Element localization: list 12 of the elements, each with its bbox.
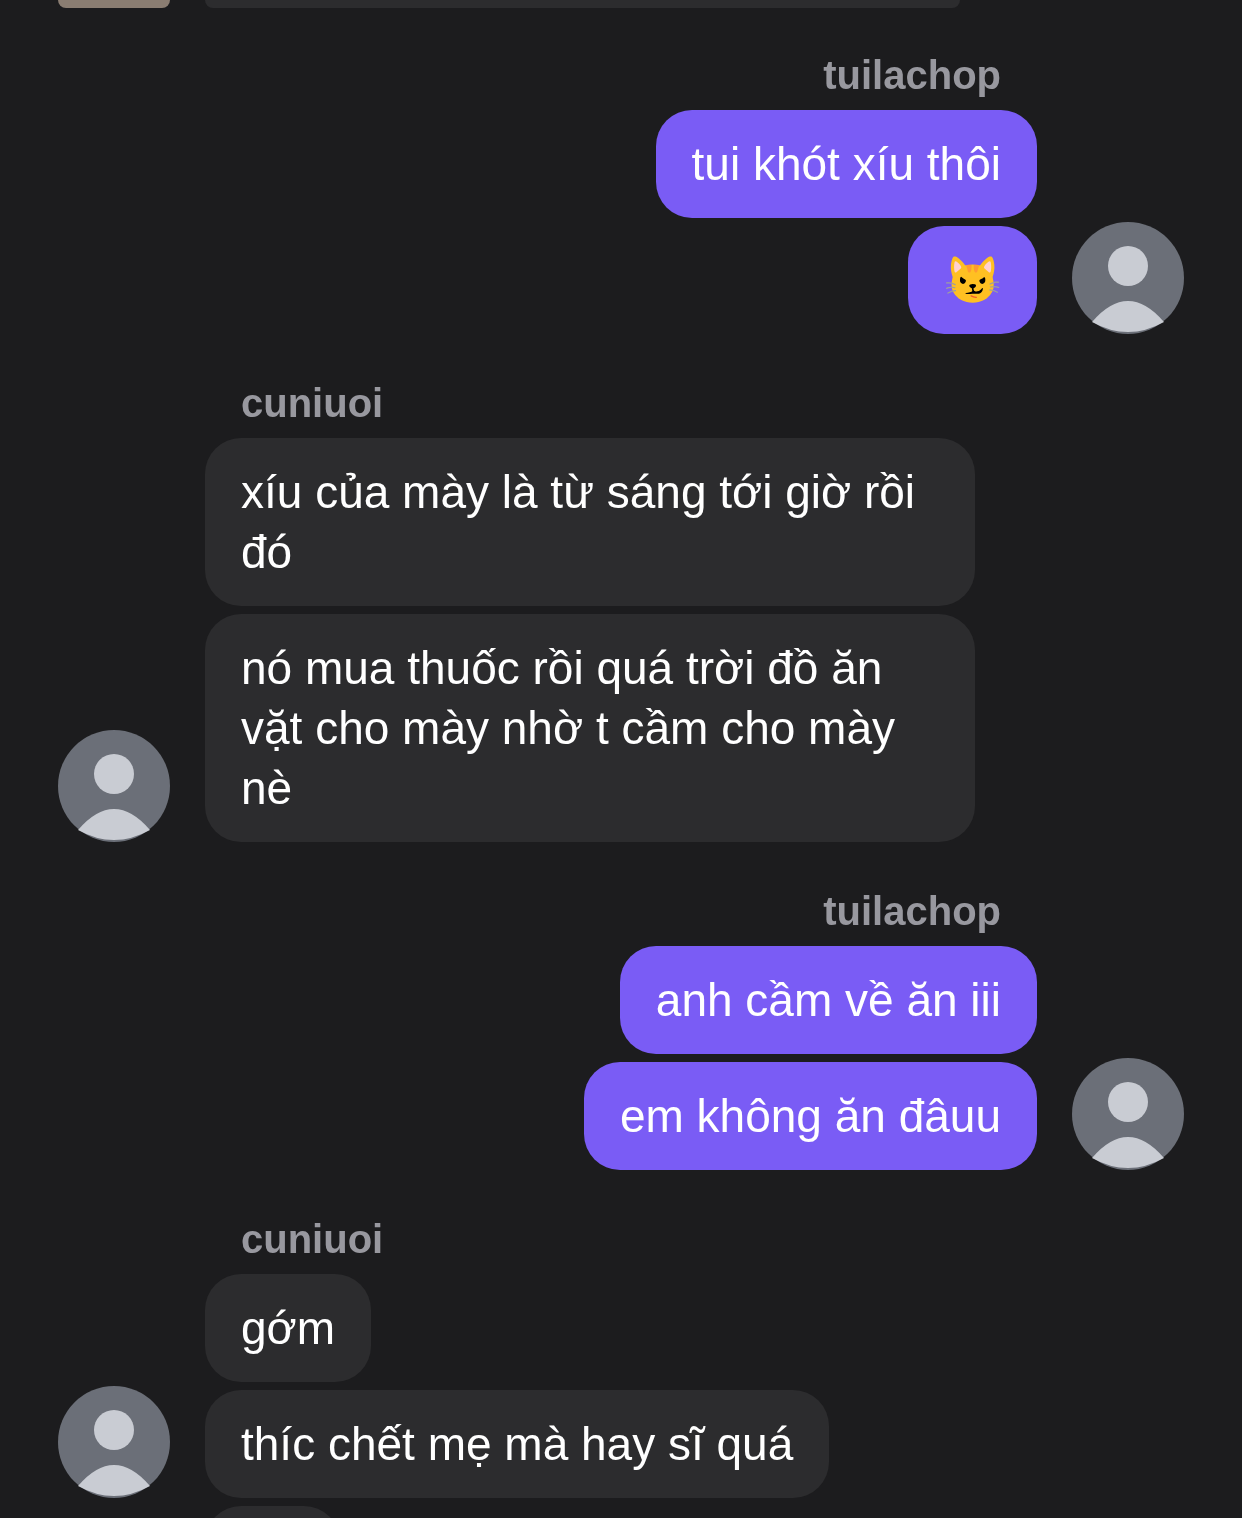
message-bubble: nó mua thuốc rồi quá trời đồ ăn vặt cho mày nhờ t cầm cho mày nè bbox=[205, 614, 975, 842]
message-bubble: em không ăn đâuu bbox=[583, 1062, 1037, 1170]
sender-name: tuilachop bbox=[822, 52, 1002, 99]
message-bubble: tui khót xíu thôi bbox=[655, 110, 1037, 218]
sender-name: cuniuoi bbox=[240, 380, 385, 427]
message-bubble: gớm bbox=[205, 1274, 372, 1382]
message-bubble: xíu của mày là từ sáng tới giờ rồi đó bbox=[205, 438, 975, 606]
sender-name: tuilachop bbox=[822, 888, 1002, 935]
sender-name: cuniuoi bbox=[240, 1216, 385, 1263]
message-bubble: thíc chết mẹ mà hay sĩ quá bbox=[205, 1390, 830, 1498]
message-bubble: 😼 bbox=[908, 226, 1037, 334]
message-bubble: anh cầm về ăn iii bbox=[619, 946, 1037, 1054]
